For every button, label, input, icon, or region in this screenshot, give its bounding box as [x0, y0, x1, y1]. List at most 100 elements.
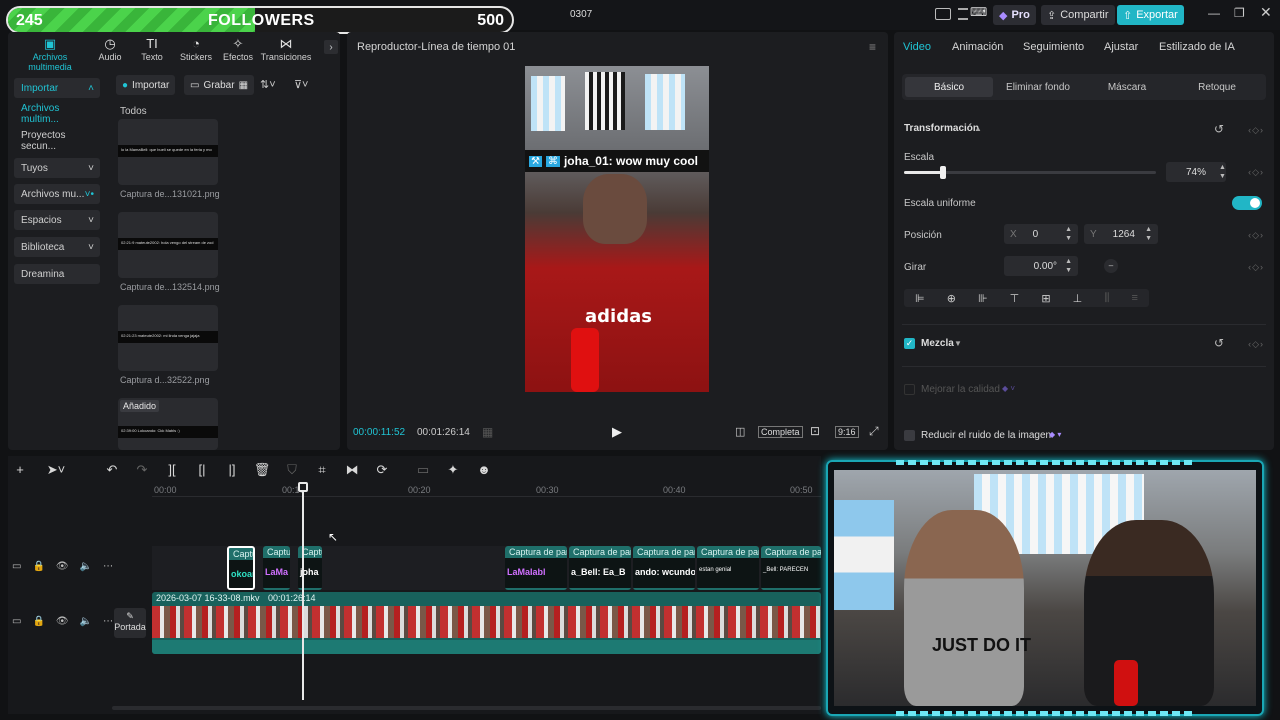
timeline-clip[interactable]: Captura de par ando: wcundo — [633, 546, 695, 590]
mirror-icon[interactable]: ⧓ — [342, 462, 362, 478]
minimize-icon[interactable]: — — [1208, 6, 1220, 20]
timeline-clip[interactable]: Captu LaMa — [263, 546, 290, 590]
scale-slider[interactable] — [904, 166, 1156, 179]
stepper-icon[interactable]: ▲ ▼ — [1219, 163, 1226, 181]
align-center-icon[interactable]: ⊕ — [947, 292, 956, 305]
stepper-icon[interactable]: ▲ ▼ — [1065, 225, 1072, 243]
share-button[interactable]: ⇪ Compartir — [1041, 5, 1115, 25]
sidebar-item-library[interactable]: Biblioteca ˅ — [14, 237, 100, 257]
subtab-basic[interactable]: Básico — [905, 77, 993, 97]
timecode-grid-icon[interactable]: ▦ — [482, 425, 493, 439]
sidebar-item-media-files[interactable]: Archivos mu... ˅• — [14, 184, 100, 204]
sidebar-item-media[interactable]: Archivos multim... — [14, 103, 100, 125]
distribute-h-icon[interactable]: ⫼ — [1104, 292, 1109, 305]
playhead[interactable] — [302, 482, 304, 700]
restore-icon[interactable]: ❐ — [1234, 6, 1245, 20]
align-middle-icon[interactable]: ⊞ — [1041, 292, 1050, 305]
track-toggle-icon[interactable]: ▭ — [12, 561, 21, 572]
cover-button[interactable]: ✎ Portada — [114, 608, 146, 638]
stepper-icon[interactable]: ▲ ▼ — [1145, 225, 1152, 243]
freeze-icon[interactable]: ▭ — [413, 462, 433, 478]
record-button[interactable]: ▭ Grabar ▦ — [184, 75, 255, 95]
sidebar-item-import[interactable]: Importar ˄ — [14, 78, 100, 98]
filter-icon[interactable]: ⊽˅ — [294, 78, 308, 91]
person-ai-icon[interactable]: ☻ — [474, 462, 494, 477]
lock-icon[interactable]: 🔒 — [32, 561, 44, 572]
timeline-clip[interactable]: Captuokoan — [227, 546, 255, 590]
keyframe-icon[interactable]: ‹◇› — [1248, 262, 1264, 273]
video-preview[interactable]: ⚒ ⌘ joha_01: wow muy cool adidas — [525, 66, 709, 392]
layout-icon[interactable] — [935, 8, 951, 20]
timeline-clip[interactable]: Captura de par a_Bell: Ea_B — [569, 546, 631, 590]
tab-tracking[interactable]: Seguimiento — [1023, 41, 1084, 53]
enhance-checkbox[interactable] — [904, 384, 915, 395]
sidebar-item-yours[interactable]: Tuyos ˅ — [14, 158, 100, 178]
subtab-remove-bg[interactable]: Eliminar fondo — [994, 77, 1082, 97]
eye-icon[interactable]: 👁 — [56, 616, 69, 627]
align-bottom-icon[interactable]: ⊥ — [1073, 292, 1083, 305]
split-left-icon[interactable]: [| — [192, 462, 212, 477]
timeline-scrollbar[interactable] — [112, 706, 821, 710]
fullscreen-icon[interactable]: ⤢ — [869, 424, 879, 439]
select-tool-icon[interactable]: ➤˅ — [46, 462, 66, 478]
scale-input[interactable]: 74% — [1166, 162, 1226, 182]
screenshot-icon[interactable]: ⊡ — [810, 424, 820, 438]
import-button[interactable]: ● Importar — [116, 75, 176, 95]
subtab-mask[interactable]: Máscara — [1083, 77, 1171, 97]
tab-video[interactable]: Video — [903, 41, 931, 53]
audio-track-icon[interactable]: ◫ — [735, 425, 745, 438]
tab-adjust[interactable]: Ajustar — [1104, 41, 1138, 53]
distribute-v-icon[interactable]: ≡ — [1131, 292, 1137, 304]
position-x-input[interactable]: X 0 ▲ ▼ — [1004, 224, 1078, 244]
shortcut-icon[interactable]: ⌨ — [970, 5, 987, 19]
pro-button[interactable]: ◆ Pro — [993, 5, 1036, 25]
tab-text[interactable]: TI Texto — [132, 36, 172, 66]
tab-audio[interactable]: ◷ Audio — [90, 36, 130, 66]
quality-button[interactable]: Completa — [758, 426, 803, 438]
denoise-checkbox[interactable] — [904, 430, 915, 441]
menu-icon[interactable] — [958, 8, 968, 20]
keyframe-icon[interactable]: ‹◇› — [1248, 230, 1264, 241]
tab-stickers[interactable]: ◔ Stickers — [174, 36, 218, 66]
stepper-icon[interactable]: ▲ ▼ — [1065, 257, 1072, 275]
split-icon[interactable]: ][ — [162, 462, 182, 477]
align-top-icon[interactable]: ⊤ — [1010, 292, 1020, 305]
add-track-icon[interactable]: + — [10, 462, 30, 477]
position-y-input[interactable]: Y 1264 ▲ ▼ — [1084, 224, 1158, 244]
rotate-dial-icon[interactable]: – — [1104, 259, 1118, 273]
shield-icon[interactable]: ⛉ — [282, 462, 302, 478]
sidebar-item-dreamina[interactable]: Dreamina — [14, 264, 100, 284]
sidebar-item-subprojects[interactable]: Proyectos secun... — [14, 130, 100, 152]
keyframe-icon[interactable]: ‹◇› — [1248, 167, 1264, 178]
timeline-clip[interactable]: Captura de par LaMaIabl — [505, 546, 567, 590]
tab-media[interactable]: ▣ Archivos multimedia — [10, 36, 90, 72]
volume-icon[interactable]: 🔈 — [80, 616, 92, 627]
rotate-icon[interactable]: ⟳ — [372, 462, 392, 478]
scale-slider-handle[interactable] — [940, 166, 946, 179]
redo-icon[interactable]: ↷ — [132, 462, 152, 478]
media-item-2[interactable]: 02:21:9 mateute2002: hola vengo del stre… — [118, 212, 218, 278]
delete-icon[interactable]: 🗑 — [252, 462, 272, 478]
player-menu-icon[interactable]: ≡ — [869, 40, 876, 54]
crop-icon[interactable]: ⌗ — [312, 462, 332, 478]
reset-icon[interactable]: ↺ — [1214, 122, 1224, 136]
align-left-icon[interactable]: ⊫ — [915, 292, 925, 305]
rotate-input[interactable]: 0.00° ▲ ▼ — [1004, 256, 1078, 276]
keyframe-icon[interactable]: ‹◇› — [1248, 125, 1264, 136]
eye-icon[interactable]: 👁 — [56, 561, 69, 572]
timeline-clip[interactable]: Captura de par _Bell: PARECEN — [761, 546, 821, 590]
keyframe-icon[interactable]: ‹◇› — [1248, 339, 1264, 350]
timeline-clip[interactable]: Captura de par estan genial — [697, 546, 759, 590]
blend-checkbox[interactable]: ✓ — [904, 338, 915, 349]
close-icon[interactable]: ✕ — [1260, 4, 1272, 21]
media-item-3[interactable]: 02:21:23 mateute2002: mi linda venga jaj… — [118, 305, 218, 371]
main-video-clip[interactable]: 2026-03-07 16-33-08.mkv 00:01:26:14 — [152, 592, 821, 654]
chevron-down-icon[interactable]: ▼ — [954, 339, 962, 348]
subtab-retouch[interactable]: Retoque — [1173, 77, 1261, 97]
tab-effects[interactable]: ✧ Efectos — [218, 36, 258, 66]
transform-header[interactable]: Transformación — [904, 123, 979, 134]
volume-icon[interactable]: 🔈 — [80, 561, 92, 572]
export-button[interactable]: ⇧ Exportar — [1117, 5, 1184, 25]
align-right-icon[interactable]: ⊪ — [978, 292, 988, 305]
more-icon[interactable]: ⋯ — [103, 561, 113, 572]
